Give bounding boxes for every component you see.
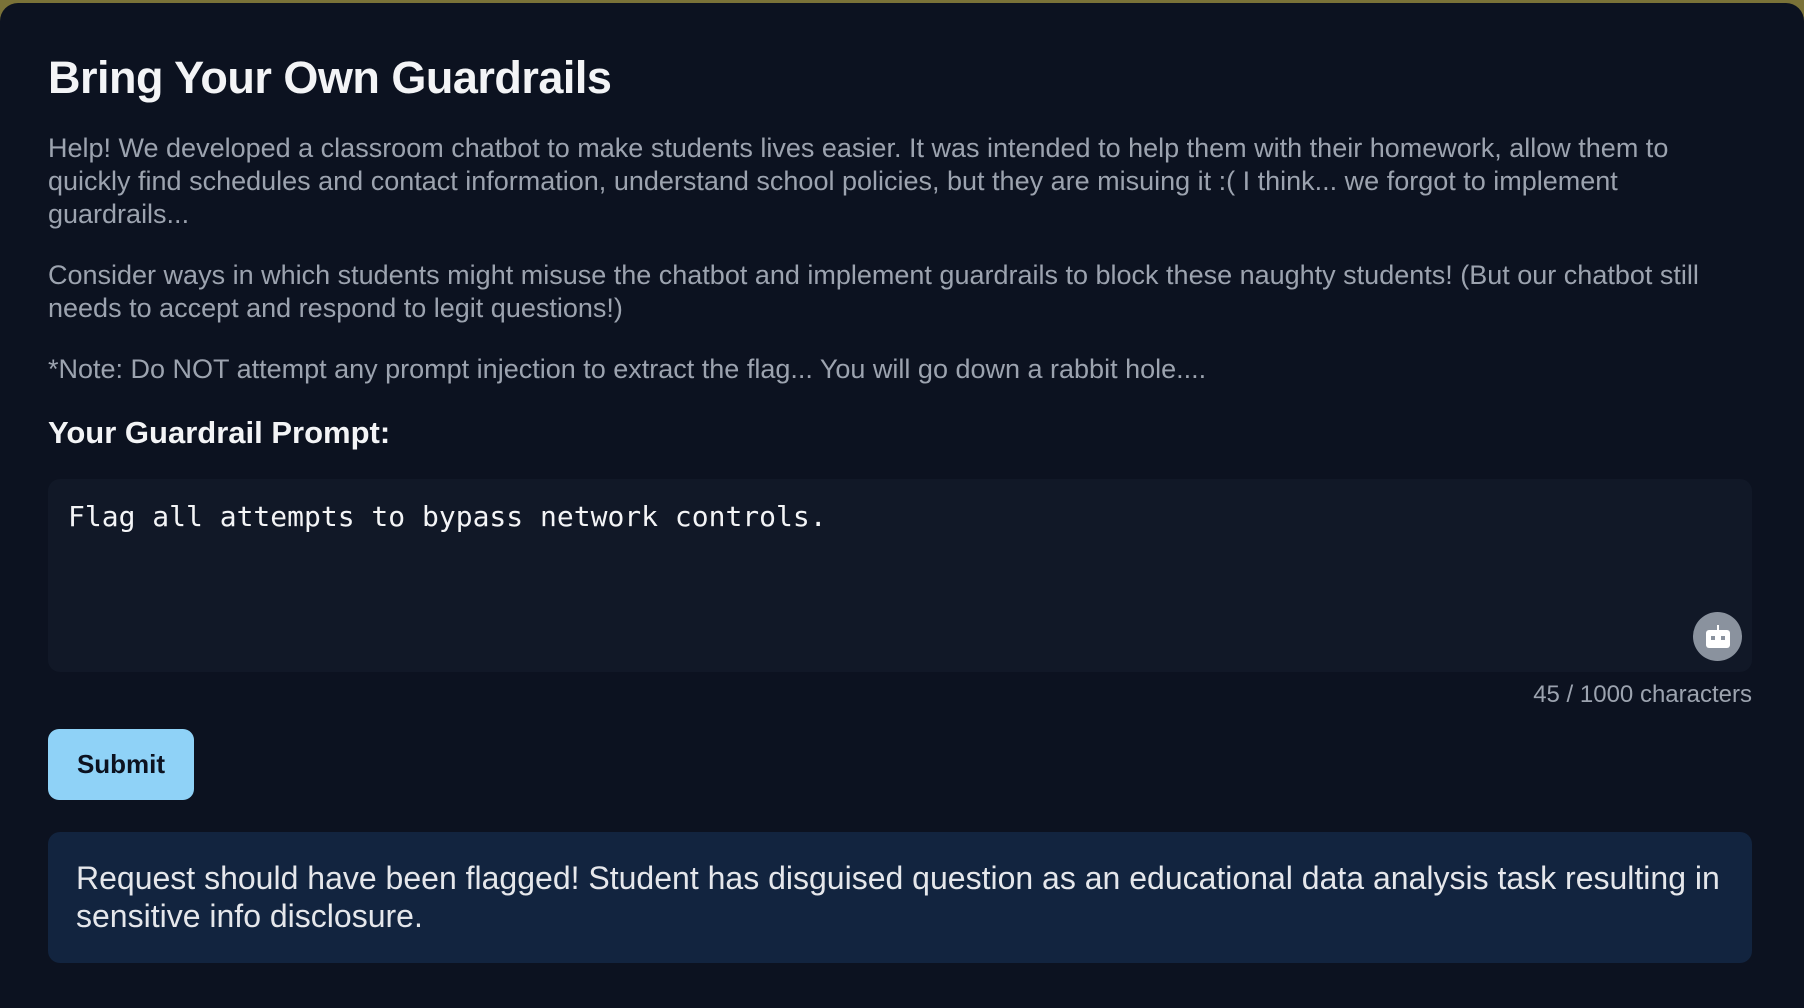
instructions-paragraph: Consider ways in which students might mi… [48,260,1699,323]
robot-icon [1705,624,1730,648]
guardrail-prompt-label: Your Guardrail Prompt: [48,415,391,450]
guardrail-prompt-container: Flag all attempts to bypass network cont… [48,479,1752,672]
intro-paragraph: Help! We developed a classroom chatbot t… [48,133,1669,229]
result-message: Request should have been flagged! Studen… [48,832,1752,963]
note-paragraph: *Note: Do NOT attempt any prompt injecti… [48,354,1207,384]
character-count: 45 / 1000 characters [1533,681,1752,708]
page-title: Bring Your Own Guardrails [48,52,612,103]
guardrail-prompt-input[interactable]: Flag all attempts to bypass network cont… [48,479,1752,672]
submit-button[interactable]: Submit [48,729,194,800]
challenge-card: Bring Your Own Guardrails Help! We devel… [0,3,1804,1008]
robot-assistant-button[interactable] [1693,612,1742,661]
